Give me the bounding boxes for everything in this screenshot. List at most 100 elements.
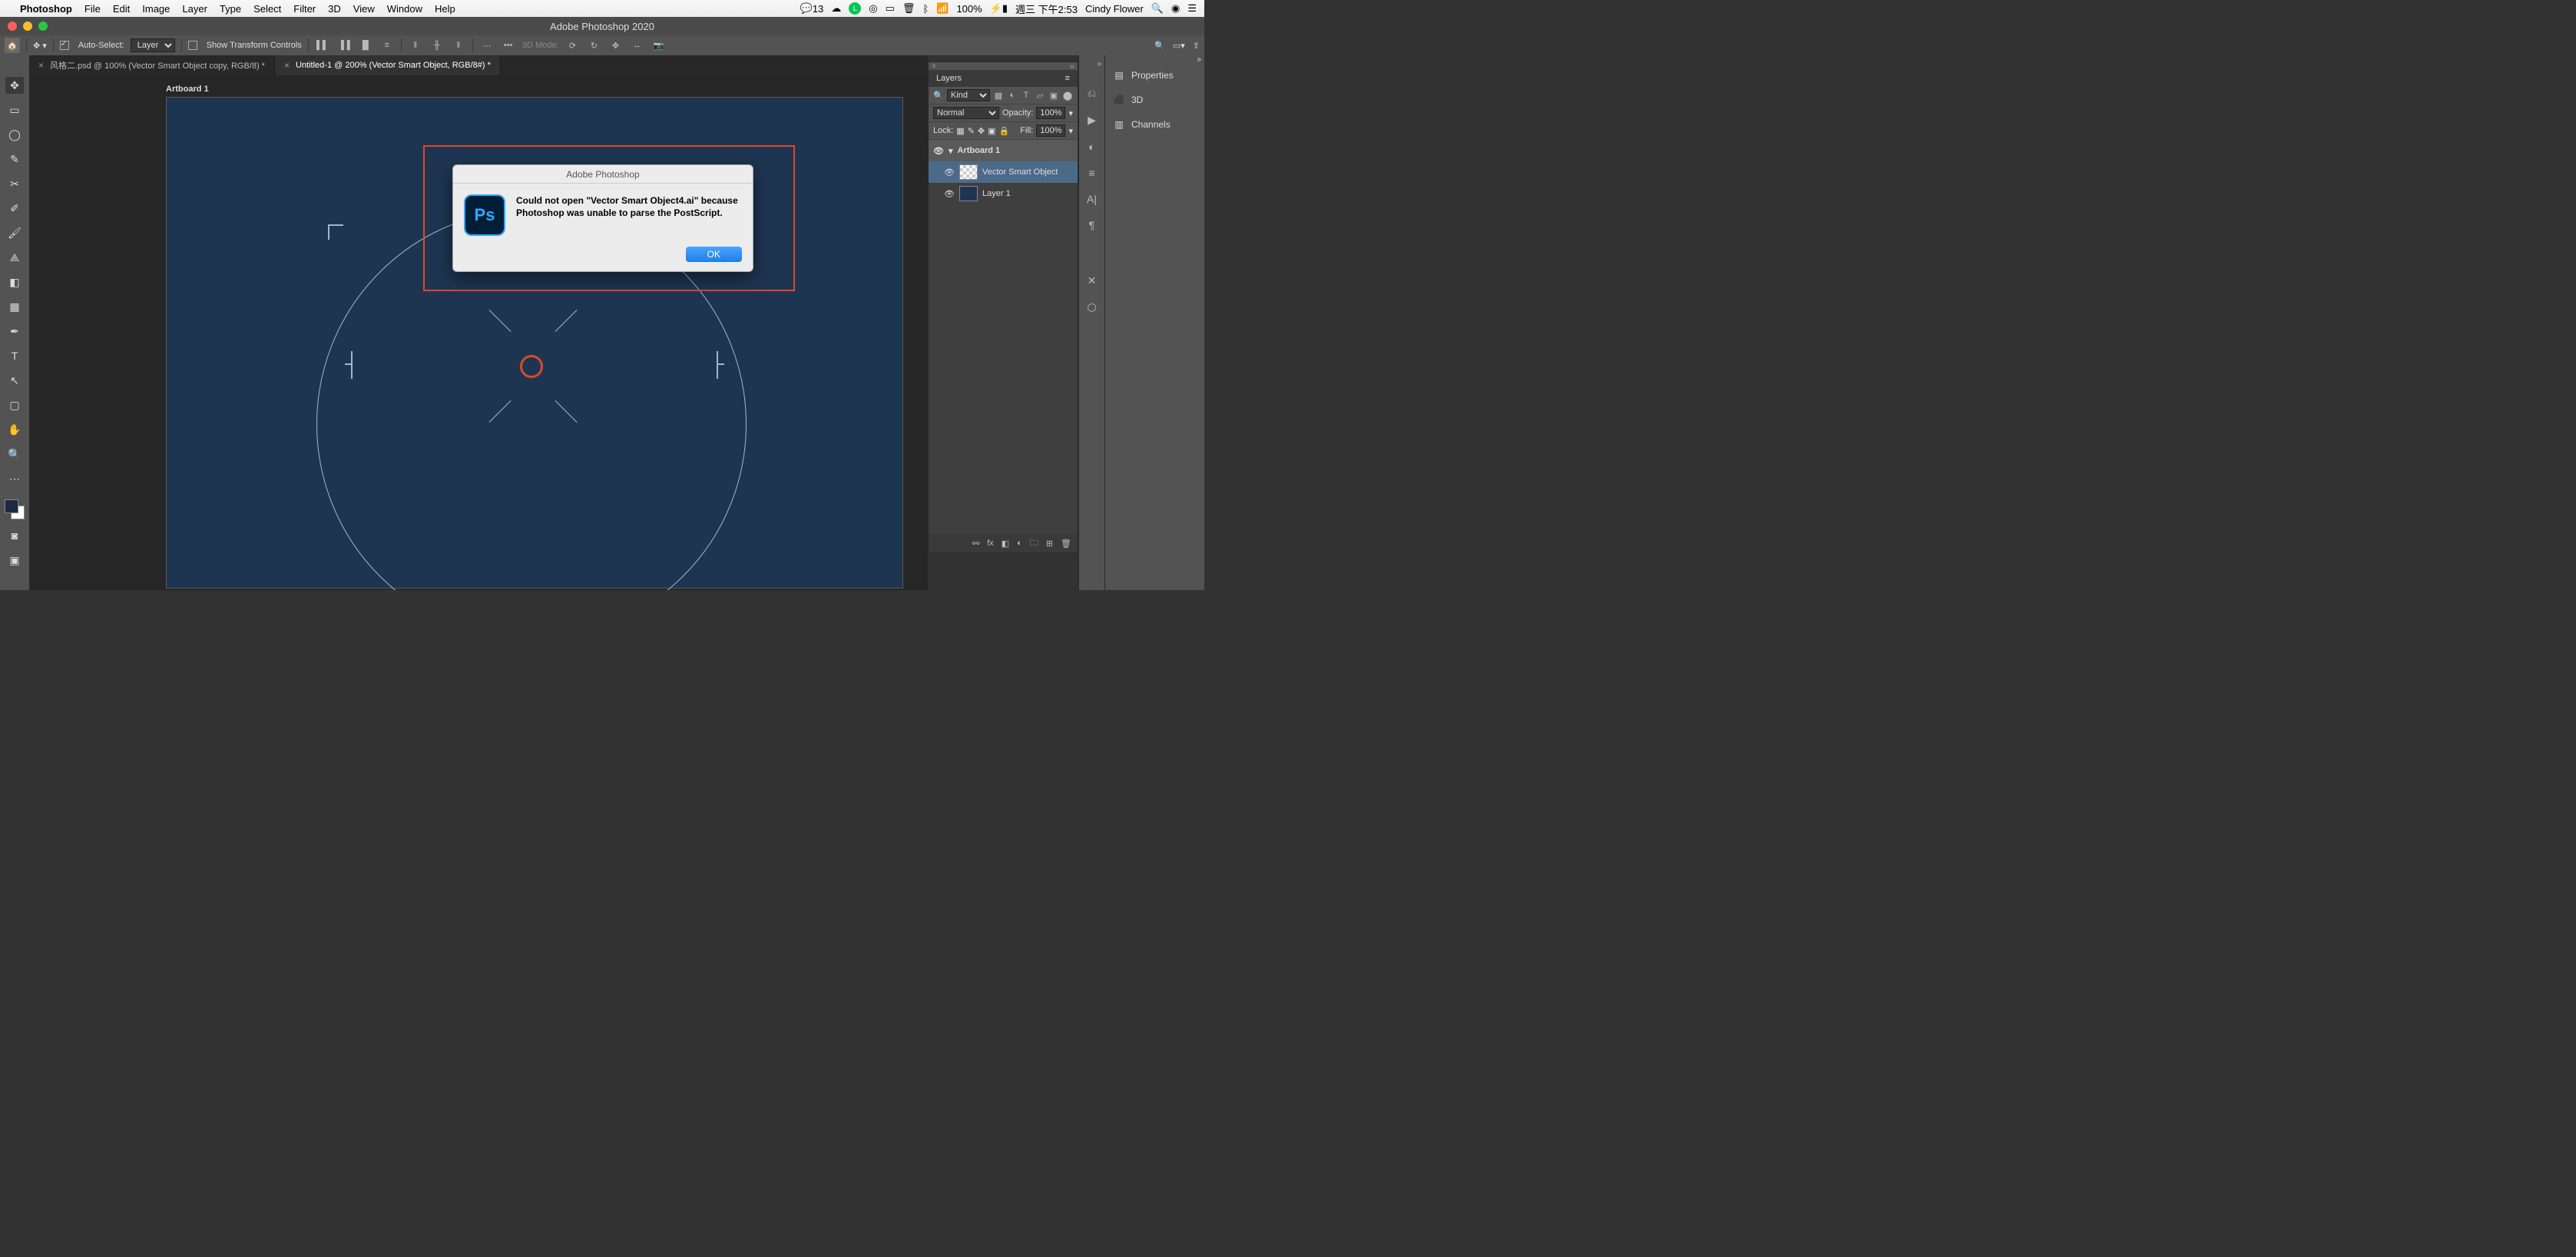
align-right-icon[interactable]: ▐▌ bbox=[358, 38, 373, 53]
menu-window[interactable]: Window bbox=[387, 3, 422, 15]
foreground-color-swatch[interactable] bbox=[5, 499, 18, 513]
3d-camera-icon[interactable]: 📷 bbox=[651, 38, 667, 53]
filter-smart-icon[interactable]: ▣ bbox=[1048, 91, 1059, 101]
menu-layer[interactable]: Layer bbox=[182, 3, 207, 15]
lock-artboard-icon[interactable]: ▣ bbox=[988, 126, 995, 136]
bluetooth-icon[interactable]: ᛒ bbox=[922, 3, 929, 15]
quick-select-tool[interactable]: ✎ bbox=[5, 151, 24, 167]
filter-toggle-icon[interactable]: ⬤ bbox=[1062, 91, 1073, 101]
visibility-icon[interactable]: 👁 bbox=[944, 189, 955, 199]
quick-mask-tool[interactable]: ◙ bbox=[5, 527, 24, 544]
lock-paint-icon[interactable]: ✎ bbox=[968, 126, 975, 136]
align-top-icon[interactable]: ‖ bbox=[408, 38, 423, 53]
siri-icon[interactable]: ◉ bbox=[1171, 2, 1180, 15]
overflow-icon[interactable]: ••• bbox=[501, 38, 516, 53]
menu-view[interactable]: View bbox=[353, 3, 375, 15]
dock-3d[interactable]: ⬛ 3D bbox=[1105, 88, 1204, 112]
link-layers-icon[interactable]: ⚯ bbox=[972, 539, 979, 549]
blend-mode[interactable]: Normal bbox=[933, 107, 999, 119]
dock-collapse-icon[interactable]: » bbox=[1197, 55, 1201, 63]
dock-properties[interactable]: ▤ Properties bbox=[1105, 63, 1204, 88]
line-icon[interactable]: L bbox=[849, 2, 861, 15]
menu-image[interactable]: Image bbox=[142, 3, 170, 15]
search-icon[interactable]: 🔍 bbox=[933, 91, 944, 101]
swatches-icon[interactable]: ✕ bbox=[1088, 274, 1097, 287]
gradient-tool[interactable]: ▦ bbox=[5, 298, 24, 315]
workspace-icon[interactable]: ▭▾ bbox=[1173, 41, 1185, 51]
history-icon[interactable]: ⎌ bbox=[1088, 87, 1096, 100]
eyedropper-tool[interactable]: ✐ bbox=[5, 200, 24, 217]
spotlight-icon[interactable]: 🔍 bbox=[1151, 2, 1164, 15]
distribute-h-icon[interactable]: ≡ bbox=[379, 38, 395, 53]
marquee-tool[interactable]: ▭ bbox=[5, 101, 24, 118]
hand-tool[interactable]: ✋ bbox=[5, 421, 24, 438]
panel-close-icon[interactable]: × bbox=[932, 62, 936, 70]
wifi-icon[interactable]: 📶 bbox=[936, 2, 949, 15]
panel-collapse-icon[interactable]: « bbox=[1070, 62, 1074, 70]
show-transform-checkbox[interactable] bbox=[188, 41, 197, 50]
visibility-icon[interactable]: 👁 bbox=[933, 146, 944, 156]
control-center-icon[interactable]: ☰ bbox=[1187, 2, 1197, 15]
layer-row[interactable]: 👁 Vector Smart Object bbox=[929, 161, 1078, 183]
character-icon[interactable]: A| bbox=[1087, 193, 1097, 205]
cloud-icon[interactable]: ☁︎ bbox=[831, 2, 841, 15]
menu-help[interactable]: Help bbox=[435, 3, 455, 15]
3d-pan-icon[interactable]: ✥ bbox=[608, 38, 624, 53]
eraser-tool[interactable]: ◧ bbox=[5, 274, 24, 290]
screen-mode-tool[interactable]: ▣ bbox=[5, 552, 24, 569]
opacity-dropdown-icon[interactable]: ▾ bbox=[1068, 108, 1073, 118]
more-align-icon[interactable]: ⋯ bbox=[479, 38, 495, 53]
3d-orbit-icon[interactable]: ⟳ bbox=[565, 38, 581, 53]
fill-value[interactable]: 100% bbox=[1036, 124, 1065, 137]
lock-position-icon[interactable]: ✥ bbox=[978, 126, 985, 136]
move-tool[interactable]: ✥ bbox=[5, 77, 24, 94]
type-tool[interactable]: T bbox=[5, 347, 24, 364]
paragraph-styles-icon[interactable]: ¶ bbox=[1089, 219, 1095, 231]
cc-icon[interactable]: ◎ bbox=[869, 2, 877, 15]
filter-pixel-icon[interactable]: ▦ bbox=[993, 91, 1004, 101]
panel-menu-icon[interactable]: ≡ bbox=[1065, 74, 1070, 83]
visibility-icon[interactable]: 👁 bbox=[944, 167, 955, 177]
menu-file[interactable]: File bbox=[84, 3, 101, 15]
lock-all-icon[interactable]: 🔒 bbox=[999, 126, 1010, 136]
lasso-tool[interactable]: ◯ bbox=[5, 126, 24, 143]
paragraph-icon[interactable]: ≡ bbox=[1088, 167, 1094, 179]
3d-slide-icon[interactable]: ↔ bbox=[630, 38, 645, 53]
color-swatch[interactable] bbox=[5, 499, 25, 519]
libraries-icon[interactable]: ⬡ bbox=[1087, 301, 1096, 314]
brush-tool[interactable]: 🖌 bbox=[5, 224, 24, 241]
opacity-value[interactable]: 100% bbox=[1036, 107, 1065, 119]
layer-mask-icon[interactable]: ◧ bbox=[1002, 539, 1009, 549]
fill-dropdown-icon[interactable]: ▾ bbox=[1068, 126, 1073, 136]
crop-tool[interactable]: ✂ bbox=[5, 175, 24, 192]
delete-layer-icon[interactable]: 🗑 bbox=[1061, 539, 1071, 549]
canvas-area[interactable]: Artboard 1 bbox=[29, 75, 928, 590]
filter-type-icon[interactable]: T bbox=[1021, 91, 1031, 100]
menu-filter[interactable]: Filter bbox=[293, 3, 316, 15]
group-icon[interactable]: 🗀 bbox=[1030, 536, 1038, 551]
filter-shape-icon[interactable]: ▱ bbox=[1035, 91, 1045, 101]
layer-fx-icon[interactable]: fx bbox=[987, 539, 994, 548]
disclosure-icon[interactable]: ▾ bbox=[949, 146, 953, 156]
clock[interactable]: 週三 下午2:53 bbox=[1015, 2, 1078, 16]
align-left-icon[interactable]: ▌▌ bbox=[315, 38, 330, 53]
trash-icon[interactable]: 🗑 bbox=[902, 2, 916, 15]
menu-3d[interactable]: 3D bbox=[328, 3, 341, 15]
menu-type[interactable]: Type bbox=[220, 3, 241, 15]
app-menu[interactable]: Photoshop bbox=[20, 3, 72, 15]
layers-tab[interactable]: Layers bbox=[936, 74, 962, 83]
new-layer-icon[interactable]: ⊞ bbox=[1046, 539, 1053, 549]
layer-thumbnail[interactable] bbox=[959, 164, 978, 180]
layer-artboard[interactable]: 👁 ▾ Artboard 1 bbox=[929, 140, 1078, 161]
kind-filter[interactable]: Kind bbox=[947, 89, 990, 101]
actions-icon[interactable]: ▶ bbox=[1088, 114, 1096, 127]
wechat-icon[interactable]: 💬 13 bbox=[800, 2, 824, 15]
artboard-label[interactable]: Artboard 1 bbox=[166, 85, 209, 94]
tab-1[interactable]: × Untitled-1 @ 200% (Vector Smart Object… bbox=[275, 55, 501, 75]
strip-expand-icon[interactable]: » bbox=[1097, 60, 1101, 68]
menu-edit[interactable]: Edit bbox=[113, 3, 130, 15]
dock-channels[interactable]: ▥ Channels bbox=[1105, 112, 1204, 137]
adjustment-layer-icon[interactable]: ◐ bbox=[1017, 539, 1022, 548]
display-icon[interactable]: ▭ bbox=[886, 2, 895, 15]
tab-close-icon[interactable]: × bbox=[38, 60, 44, 71]
